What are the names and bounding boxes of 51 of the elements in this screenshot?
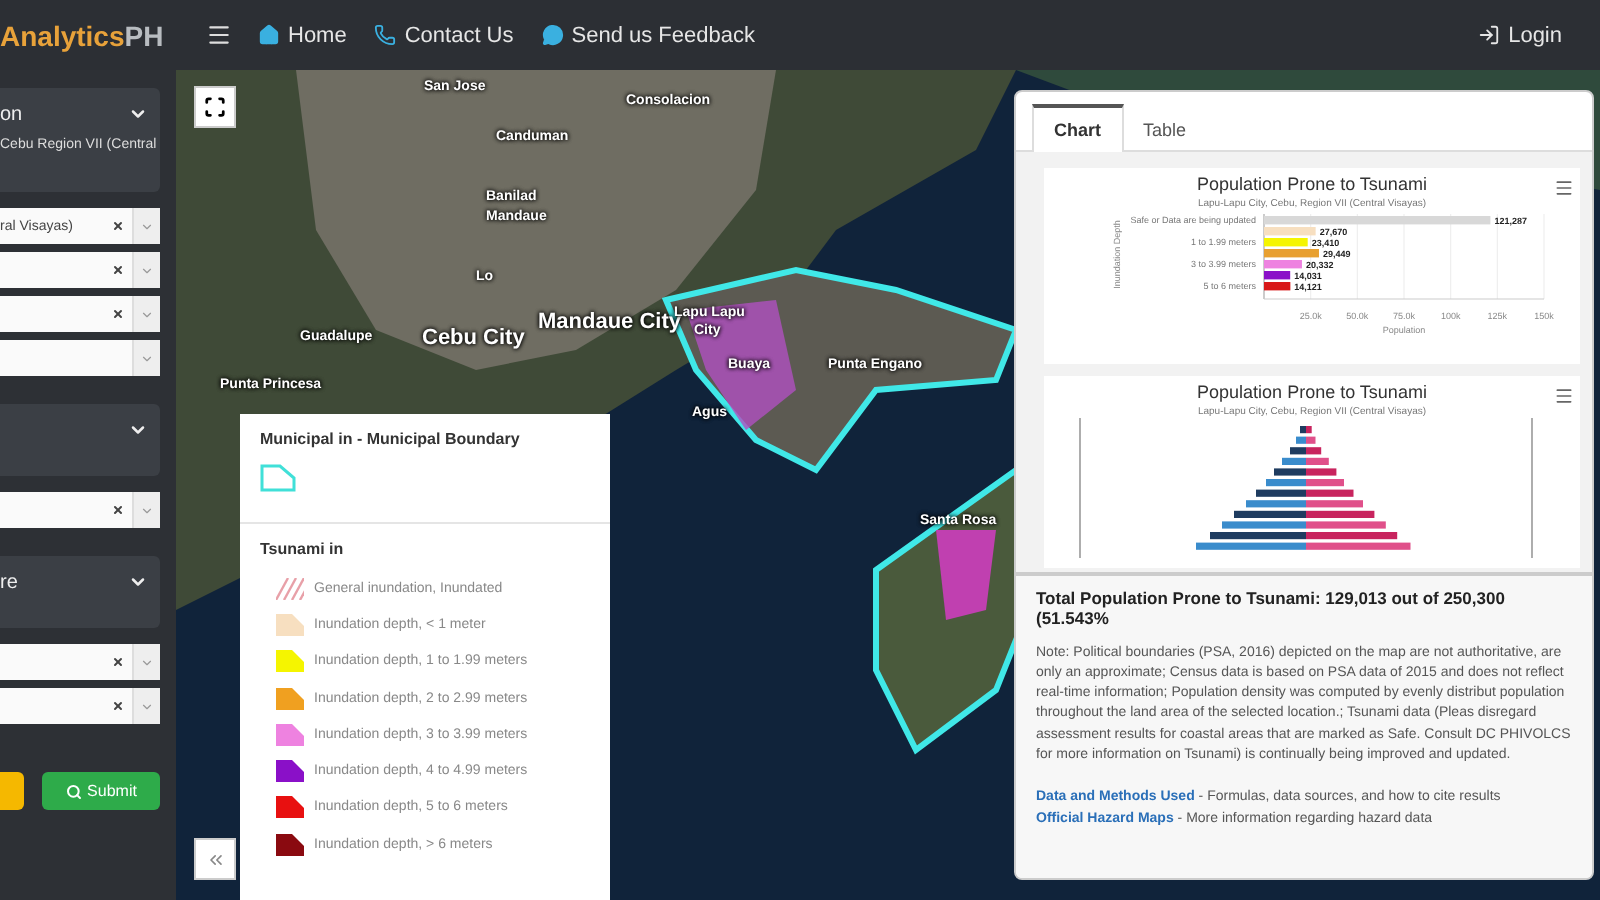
nav-link[interactable]: Send us Feedback xyxy=(541,23,755,47)
brand-logo[interactable]: AnalyticsPH xyxy=(0,19,176,51)
login-link[interactable]: Login xyxy=(1478,23,1562,47)
search-icon xyxy=(65,783,82,799)
menu-icon[interactable] xyxy=(1554,178,1574,198)
clear-icon[interactable] xyxy=(112,264,124,276)
menu-icon[interactable] xyxy=(1554,386,1574,406)
section-title: re xyxy=(0,571,18,593)
phone-icon xyxy=(374,24,397,46)
map-place-label: Cebu City xyxy=(422,326,525,350)
tab[interactable]: Table xyxy=(1123,104,1207,152)
reset-button[interactable] xyxy=(0,772,24,810)
collapse-button[interactable] xyxy=(194,838,236,880)
section-title: on xyxy=(0,103,23,125)
chat-bubble-icon xyxy=(541,24,564,46)
caret-icon[interactable] xyxy=(140,219,154,233)
chevron-down-icon[interactable] xyxy=(128,572,148,592)
nav-link[interactable]: Home xyxy=(258,23,347,47)
caret-icon[interactable] xyxy=(140,699,154,713)
clear-icon[interactable] xyxy=(112,220,124,232)
chevron-down-icon[interactable] xyxy=(128,104,148,124)
tab[interactable]: Chart xyxy=(1032,104,1124,152)
select-field[interactable] xyxy=(0,340,160,376)
chevron-down-icon[interactable] xyxy=(128,420,148,440)
clear-icon[interactable] xyxy=(112,504,124,516)
nav-link[interactable]: Contact Us xyxy=(374,23,514,47)
select-field[interactable] xyxy=(0,296,160,332)
home-icon xyxy=(258,24,280,46)
legend-title: Tsunami in xyxy=(258,538,346,558)
login-icon xyxy=(1478,24,1501,46)
caret-icon[interactable] xyxy=(140,655,154,669)
caret-icon[interactable] xyxy=(140,263,154,277)
select-field[interactable] xyxy=(0,492,160,528)
legend-title: Municipal in - Municipal Boundary xyxy=(258,428,522,448)
boundary-swatch-icon xyxy=(260,464,296,492)
clear-icon[interactable] xyxy=(112,700,124,712)
double-chevron-left-icon xyxy=(205,849,225,869)
chart-title: Population Prone to Tsunami xyxy=(1195,382,1429,402)
menu-icon[interactable] xyxy=(206,22,232,48)
clear-icon[interactable] xyxy=(112,308,124,320)
caret-icon[interactable] xyxy=(140,503,154,517)
total-text: Total Population Prone to Tsunami: 129,013 out of 250,300 (51.543% xyxy=(1036,588,1507,628)
frame-corners-icon xyxy=(204,96,226,118)
clear-icon[interactable] xyxy=(112,656,124,668)
chart-title: Population Prone to Tsunami xyxy=(1195,174,1429,194)
select-field[interactable] xyxy=(0,644,160,680)
select-field[interactable] xyxy=(0,688,160,724)
caret-icon[interactable] xyxy=(140,307,154,321)
select-field[interactable] xyxy=(0,252,160,288)
caret-icon[interactable] xyxy=(140,351,154,365)
extent-button[interactable] xyxy=(194,86,236,128)
